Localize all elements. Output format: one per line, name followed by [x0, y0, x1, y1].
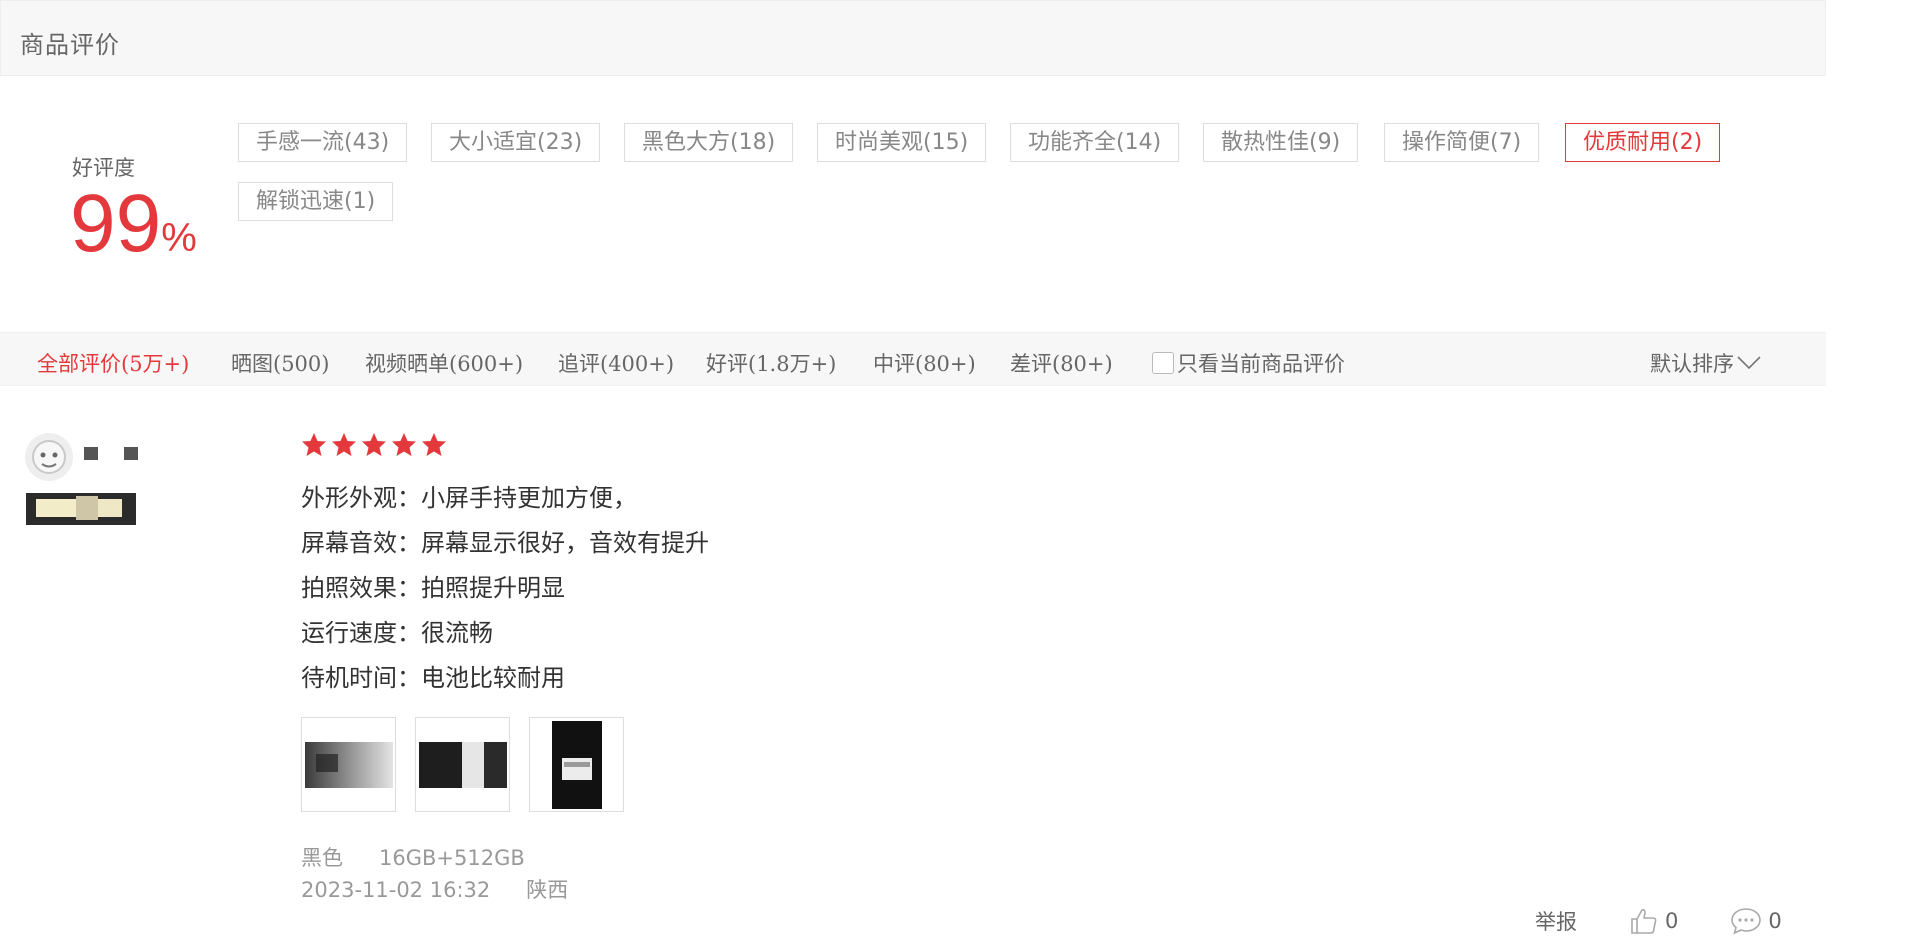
review-line-screen-audio: 屏幕音效：屏幕显示很好，音效有提升: [301, 529, 709, 557]
sort-dropdown[interactable]: 默认排序: [1650, 348, 1762, 378]
member-badge-part: [36, 499, 76, 517]
member-badge-part: [98, 499, 122, 517]
tag-3[interactable]: 时尚美观(15): [817, 123, 987, 162]
review-line-battery: 待机时间：电池比较耐用: [301, 664, 565, 692]
comment-icon: [1731, 908, 1762, 935]
tag-2[interactable]: 黑色大方(18): [624, 123, 794, 162]
review-actions: 举报 0 0: [1535, 906, 1782, 936]
avatar[interactable]: [25, 433, 73, 481]
chevron-down-icon: [1737, 356, 1761, 370]
tag-5[interactable]: 散热性佳(9): [1203, 123, 1359, 162]
filter-tab-positive[interactable]: 好评(1.8万+): [706, 348, 836, 378]
star-icon: [302, 433, 326, 456]
review-line-camera: 拍照效果：拍照提升明显: [301, 574, 565, 602]
reply-button[interactable]: 0: [1730, 906, 1782, 936]
member-badge: [26, 493, 136, 525]
tag-6[interactable]: 操作简便(7): [1384, 123, 1540, 162]
username-masked: [84, 447, 138, 463]
rating-value: 99%: [70, 180, 197, 268]
only-current-label: 只看当前商品评价: [1177, 352, 1345, 376]
review-line-speed: 运行速度：很流畅: [301, 619, 493, 647]
review-photo-2[interactable]: [415, 717, 510, 812]
review-date: 2023-11-02 16:32: [301, 878, 491, 902]
filter-tab-photos[interactable]: 晒图(500): [231, 348, 329, 378]
star-icon: [332, 433, 356, 456]
review-storage: 16GB+512GB: [379, 846, 525, 870]
like-button[interactable]: 0: [1629, 906, 1678, 936]
filter-tab-all[interactable]: 全部评价(5万+): [37, 348, 189, 378]
report-link[interactable]: 举报: [1535, 906, 1577, 936]
star-icon: [362, 433, 386, 456]
like-count: 0: [1665, 909, 1679, 933]
filter-tab-videos[interactable]: 视频晒单(600+): [365, 348, 523, 378]
review-location: 陕西: [526, 878, 569, 902]
member-badge-part: [76, 496, 98, 520]
filter-tab-negative[interactable]: 差评(80+): [1010, 348, 1113, 378]
tag-0[interactable]: 手感一流(43): [238, 123, 408, 162]
review-spec: 黑色 16GB+512GB: [301, 842, 525, 872]
review-color: 黑色: [301, 846, 343, 870]
tag-1[interactable]: 大小适宜(23): [431, 123, 601, 162]
username-mask-block: [84, 447, 98, 460]
username-mask-block: [124, 447, 138, 460]
review-line-appearance: 外形外观：小屏手持更加方便，: [301, 484, 637, 512]
review-photos: [301, 717, 624, 812]
section-header: 商品评价: [0, 0, 1826, 76]
tag-4[interactable]: 功能齐全(14): [1010, 123, 1180, 162]
thumbs-up-icon: [1631, 909, 1657, 934]
section-title: 商品评价: [20, 31, 120, 59]
star-icon: [422, 433, 446, 456]
photo-image: [305, 742, 393, 788]
filter-tab-neutral[interactable]: 中评(80+): [873, 348, 976, 378]
reply-count: 0: [1768, 909, 1782, 933]
sort-label: 默认排序: [1650, 352, 1734, 376]
star-icon: [392, 433, 416, 456]
filter-tab-followup[interactable]: 追评(400+): [558, 348, 674, 378]
photo-image: [419, 742, 507, 788]
filter-bar: 全部评价(5万+) 晒图(500) 视频晒单(600+) 追评(400+) 好评…: [0, 332, 1826, 386]
review-content: 外形外观：小屏手持更加方便， 屏幕音效：屏幕显示很好，音效有提升 拍照效果：拍照…: [301, 480, 709, 705]
review-stars: [300, 431, 448, 459]
review-time-location: 2023-11-02 16:32 陕西: [301, 874, 568, 904]
rating-number: 99: [70, 178, 162, 269]
tag-7[interactable]: 优质耐用(2): [1565, 123, 1721, 162]
rating-percent: %: [161, 216, 197, 260]
avatar-icon: [25, 433, 73, 481]
review-photo-1[interactable]: [301, 717, 396, 812]
photo-image: [552, 721, 602, 809]
only-current-checkbox[interactable]: [1152, 352, 1174, 374]
review-photo-3[interactable]: [529, 717, 624, 812]
only-current-filter[interactable]: 只看当前商品评价: [1152, 348, 1345, 378]
tag-8[interactable]: 解锁迅速(1): [238, 182, 394, 221]
